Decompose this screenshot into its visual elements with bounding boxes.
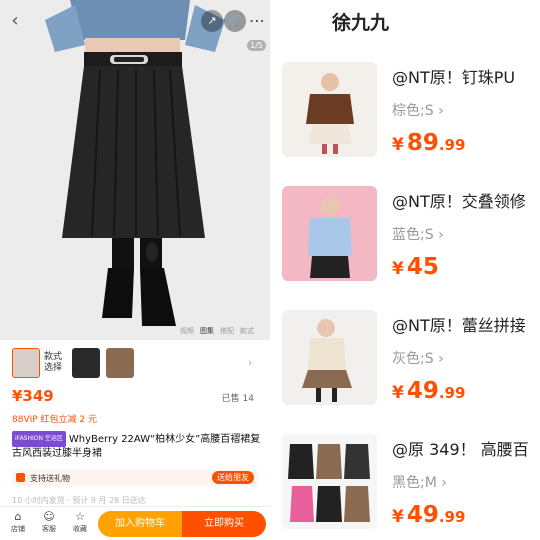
gift-banner[interactable]: 支持送礼物 送给朋友 bbox=[12, 470, 258, 486]
item-price: ¥45 bbox=[392, 254, 439, 280]
chevron-right-icon: › bbox=[441, 475, 447, 491]
shop-name[interactable]: 徐九九 bbox=[332, 8, 389, 35]
item-name: @NT原！交叠领修 bbox=[392, 192, 526, 211]
ifashion-badge: iFASHION 空运区 bbox=[12, 431, 66, 447]
image-counter: 1/5 bbox=[247, 40, 266, 51]
list-item[interactable]: @NT原！钉珠PU 棕色;S › ¥89.99 bbox=[270, 62, 540, 186]
shop-button[interactable]: ⌂ 店铺 bbox=[4, 510, 32, 534]
favorite-button[interactable]: ☆ 收藏 bbox=[66, 510, 94, 534]
variant-thumb-brown[interactable] bbox=[106, 348, 134, 378]
bottom-action-bar: ⌂ 店铺 ☺ 客服 ☆ 收藏 加入购物车 立即购买 bbox=[0, 506, 270, 540]
add-to-cart-button[interactable]: 加入购物车 bbox=[98, 511, 182, 537]
product-image-gallery[interactable]: ‹ ↗ 🛒 ⋯ 1/5 视频 图集 搭配 款式 bbox=[0, 0, 270, 340]
item-name: @原 349！ 高腰百 bbox=[392, 440, 529, 459]
variant-thumb-selected[interactable] bbox=[12, 348, 40, 378]
item-thumbnail bbox=[282, 62, 377, 157]
list-item[interactable]: @NT原！交叠领修 蓝色;S › ¥45 bbox=[270, 186, 540, 310]
gift-icon bbox=[16, 473, 25, 482]
sold-count: 已售 14 bbox=[221, 394, 254, 404]
tab-video[interactable]: 视频 bbox=[180, 326, 194, 336]
product-detail-panel: ‹ ↗ 🛒 ⋯ 1/5 视频 图集 搭配 款式 款式 选择 › ¥349 已售 … bbox=[0, 0, 270, 540]
list-item[interactable]: @NT原！蕾丝拼接 灰色;S › ¥49.99 bbox=[270, 310, 540, 434]
chevron-right-icon[interactable]: › bbox=[248, 356, 252, 369]
item-spec[interactable]: 灰色;S › bbox=[392, 348, 444, 368]
item-spec[interactable]: 黑色;M › bbox=[392, 472, 447, 492]
item-price: ¥49.99 bbox=[392, 502, 466, 528]
variant-thumb-black[interactable] bbox=[72, 348, 100, 378]
product-photo bbox=[0, 0, 270, 340]
more-icon[interactable]: ⋯ bbox=[247, 10, 267, 32]
back-icon[interactable]: ‹ bbox=[4, 10, 26, 32]
item-thumbnail bbox=[282, 434, 377, 529]
list-item[interactable]: @原 349！ 高腰百 黑色;M › ¥49.99 bbox=[270, 434, 540, 540]
product-price: ¥349 bbox=[12, 387, 54, 405]
variant-label: 款式 选择 bbox=[44, 352, 63, 373]
gift-text: 支持送礼物 bbox=[30, 474, 70, 483]
buy-now-button[interactable]: 立即购买 bbox=[182, 511, 266, 537]
star-icon: ☆ bbox=[75, 510, 85, 523]
item-spec[interactable]: 棕色;S › bbox=[392, 100, 444, 120]
product-title-block: iFASHION 空运区 WhyBerry 22AW“柏林少女”高腰百褶裙复古风西… bbox=[12, 431, 262, 461]
item-thumbnail bbox=[282, 310, 377, 405]
chevron-right-icon: › bbox=[438, 103, 444, 119]
delivery-info: 10 小时内发货 · 预计 9 月 28 日送达 bbox=[12, 496, 146, 505]
screen: ‹ ↗ 🛒 ⋯ 1/5 视频 图集 搭配 款式 款式 选择 › ¥349 已售 … bbox=[0, 0, 540, 540]
store-icon: ⌂ bbox=[14, 510, 22, 523]
media-tabs: 视频 图集 搭配 款式 bbox=[180, 326, 254, 336]
cart-icon[interactable]: 🛒 bbox=[224, 10, 246, 32]
chat-icon: ☺ bbox=[43, 510, 55, 523]
tab-outfit[interactable]: 搭配 bbox=[220, 326, 234, 336]
item-price: ¥49.99 bbox=[392, 378, 466, 404]
vip-discount: 88VIP 红包立减 2 元 bbox=[12, 415, 97, 425]
item-spec[interactable]: 蓝色;S › bbox=[392, 224, 444, 244]
service-button[interactable]: ☺ 客服 bbox=[35, 510, 63, 534]
item-name: @NT原！蕾丝拼接 bbox=[392, 316, 526, 335]
tab-style[interactable]: 款式 bbox=[240, 326, 254, 336]
send-gift-button[interactable]: 送给朋友 bbox=[212, 471, 254, 484]
chevron-right-icon: › bbox=[438, 227, 444, 243]
share-icon[interactable]: ↗ bbox=[201, 10, 223, 32]
price-row: ¥349 已售 14 bbox=[12, 386, 262, 406]
chevron-right-icon: › bbox=[438, 351, 444, 367]
item-thumbnail bbox=[282, 186, 377, 281]
order-list-panel: 徐九九 @NT原！钉珠PU 棕色;S › ¥89.99 @NT原！交叠领修 蓝色… bbox=[270, 0, 540, 540]
item-price: ¥89.99 bbox=[392, 130, 466, 156]
tab-gallery[interactable]: 图集 bbox=[200, 326, 214, 336]
variant-selector[interactable]: 款式 选择 › bbox=[0, 344, 270, 384]
item-name: @NT原！钉珠PU bbox=[392, 68, 516, 87]
